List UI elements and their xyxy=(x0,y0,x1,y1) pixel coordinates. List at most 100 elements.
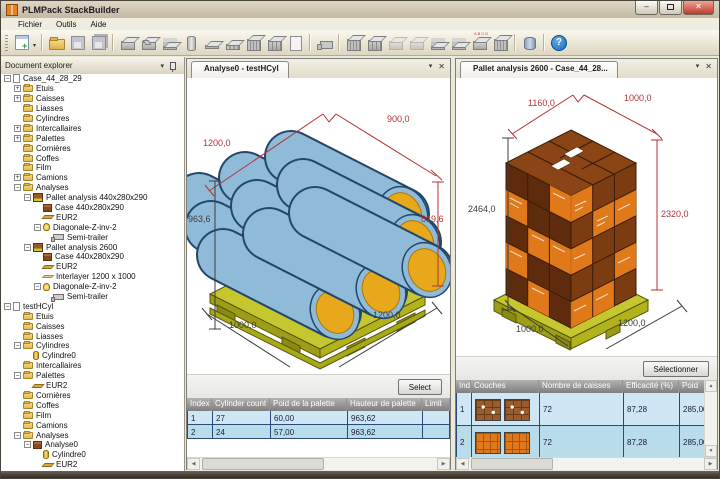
tree-item[interactable]: Cylindre0 xyxy=(1,450,184,460)
scroll-up-icon[interactable]: ▲ xyxy=(705,380,717,392)
title-bar[interactable]: PLMPack StackBuilder – ✕ xyxy=(1,1,719,18)
scroll-thumb[interactable] xyxy=(471,458,553,470)
column-header[interactable]: Limit xyxy=(422,398,450,411)
new-pallet-corners-icon[interactable] xyxy=(244,33,263,52)
tree-item[interactable]: − Cylindres xyxy=(1,341,184,351)
new-bundle-icon[interactable] xyxy=(160,33,179,52)
tree-item[interactable]: Intercallaires xyxy=(1,361,184,371)
tree-item[interactable]: Semi-trailer xyxy=(1,232,184,243)
tree-item[interactable]: − Pallet analysis 440x280x290 xyxy=(1,193,184,203)
save-document-icon[interactable] xyxy=(68,33,87,52)
w2-vertical-scrollbar[interactable]: ▲ ▼ xyxy=(704,380,717,457)
tree-expander-icon[interactable]: − xyxy=(24,243,31,251)
tree-item[interactable]: − Pallet analysis 2600 xyxy=(1,242,184,252)
layer-analysis-icon[interactable] xyxy=(428,33,447,52)
tree-expander-icon[interactable]: − xyxy=(4,302,11,310)
database-icon[interactable] xyxy=(520,33,539,52)
w1-tab-list-icon[interactable]: ▾ xyxy=(429,62,433,71)
tree-item[interactable]: Cylindre0 xyxy=(1,351,184,361)
close-button[interactable]: ✕ xyxy=(683,1,714,15)
solution-row[interactable]: 2 24 57,00 963,62 xyxy=(187,425,450,439)
scroll-right-icon[interactable]: ▶ xyxy=(437,458,450,470)
w2-3d-viewport[interactable]: 1160,0 1000,0 2464,0 2320,0 1000,0 1200,… xyxy=(456,78,717,356)
tree-item[interactable]: + Camions xyxy=(1,173,184,183)
column-header[interactable]: Nombre de caisses xyxy=(539,380,623,393)
new-open-case-icon[interactable] xyxy=(139,33,158,52)
w1-horizontal-scrollbar[interactable]: ◀ ▶ xyxy=(187,457,450,470)
new-crate-icon[interactable] xyxy=(265,33,284,52)
tree-item[interactable]: Caisses xyxy=(1,321,184,331)
minimize-button[interactable]: – xyxy=(635,1,658,15)
tree-item[interactable]: − Case_44_28_29 xyxy=(1,74,184,84)
tree-item[interactable]: − testHCyl xyxy=(1,301,184,311)
pallet-analysis-icon[interactable] xyxy=(344,33,363,52)
tree-item[interactable]: + Palettes xyxy=(1,133,184,143)
tree-item[interactable]: Film xyxy=(1,410,184,420)
column-header[interactable]: Poid xyxy=(679,380,705,393)
tree-item[interactable]: Cornières xyxy=(1,390,184,401)
column-header[interactable]: Cylinder count xyxy=(212,398,270,411)
tree-item[interactable]: + Caisses xyxy=(1,94,184,104)
tree-expander-icon[interactable]: + xyxy=(14,124,21,132)
help-icon[interactable] xyxy=(549,33,568,52)
copy-document-icon[interactable] xyxy=(286,33,305,52)
selectionner-button[interactable]: Sélectionner xyxy=(642,361,709,377)
w1-close-icon[interactable]: ✕ xyxy=(438,62,445,71)
tree-item[interactable]: − Palettes xyxy=(1,371,184,381)
scroll-left-icon[interactable]: ◀ xyxy=(456,458,469,470)
w2-horizontal-scrollbar[interactable]: ◀ ▶ xyxy=(456,457,717,470)
tree-expander-icon[interactable]: − xyxy=(24,441,31,449)
new-cylinder-icon[interactable] xyxy=(181,33,200,52)
column-header[interactable]: Index xyxy=(456,380,471,393)
tree-item[interactable]: Interlayer 1200 x 1000 xyxy=(1,272,184,282)
tree-item[interactable]: EUR2 xyxy=(1,381,184,391)
w1-3d-viewport[interactable]: 1200,0 900,0 963,6 819,6 1000,0 1200,0 xyxy=(187,78,450,374)
save-all-icon[interactable] xyxy=(89,33,108,52)
new-document-icon[interactable] xyxy=(13,33,32,52)
tree-item[interactable]: + Etuis xyxy=(1,84,184,94)
tree-item[interactable]: − Diagonale-Z-inv-2 xyxy=(1,222,184,232)
column-header[interactable]: Hauteur de palette xyxy=(347,398,422,411)
layer-edit-icon[interactable] xyxy=(449,33,468,52)
scroll-right-icon[interactable]: ▶ xyxy=(704,458,717,470)
solution-row[interactable]: 1 7287,28285,00 xyxy=(456,393,705,426)
tree-item[interactable]: Etuis xyxy=(1,311,184,321)
tree-expander-icon[interactable]: − xyxy=(14,372,21,380)
tree-item[interactable]: − Analyses xyxy=(1,183,184,193)
tree-item[interactable]: − Diagonale-Z-inv-2 xyxy=(1,282,184,292)
tree-item[interactable]: Cylindres xyxy=(1,114,184,124)
scroll-left-icon[interactable]: ◀ xyxy=(187,458,200,470)
panel-menu-icon[interactable]: ▾ xyxy=(160,62,164,70)
tree-expander-icon[interactable]: − xyxy=(14,431,21,439)
new-dropdown-caret[interactable]: ▾ xyxy=(33,42,36,49)
toolbar-grip[interactable] xyxy=(5,34,8,51)
solution-row[interactable]: 1 27 60,00 963,62 xyxy=(187,411,450,425)
tree-item[interactable]: Coffes xyxy=(1,153,184,163)
tree-item[interactable]: Camions xyxy=(1,420,184,430)
menu-fichier[interactable]: Fichier xyxy=(11,20,49,29)
tree-expander-icon[interactable]: − xyxy=(4,75,11,83)
tree-item[interactable]: Coffes xyxy=(1,400,184,410)
column-header[interactable]: Couches xyxy=(471,380,539,393)
tree-expander-icon[interactable]: + xyxy=(14,95,21,103)
tree-item[interactable]: Semi-trailer xyxy=(1,292,184,302)
column-header[interactable]: Index xyxy=(187,398,212,411)
scroll-down-icon[interactable]: ▼ xyxy=(705,445,717,457)
tree-expander-icon[interactable]: − xyxy=(34,223,41,231)
solution-row[interactable]: 2 7287,28285,00 xyxy=(456,426,705,459)
tree-expander-icon[interactable]: + xyxy=(14,85,21,93)
grid-optimisation-icon[interactable] xyxy=(491,33,510,52)
new-truck-icon[interactable] xyxy=(315,33,334,52)
tree-item[interactable]: Film xyxy=(1,163,184,173)
new-case-icon[interactable] xyxy=(118,33,137,52)
w2-close-icon[interactable]: ✕ xyxy=(705,62,712,71)
w2-tab[interactable]: Pallet analysis 2600 - Case_44_28... xyxy=(460,61,618,78)
pallet-decomposition-icon[interactable] xyxy=(386,33,405,52)
scroll-thumb[interactable] xyxy=(202,458,324,470)
new-interlayer-icon[interactable] xyxy=(202,33,221,52)
column-header[interactable]: Efficacité (%) xyxy=(623,380,679,393)
select-button[interactable]: Select xyxy=(397,379,442,395)
tree-expander-icon[interactable]: − xyxy=(14,342,21,350)
crate-analysis-icon[interactable] xyxy=(365,33,384,52)
abcd-optimisation-icon[interactable] xyxy=(470,31,489,52)
